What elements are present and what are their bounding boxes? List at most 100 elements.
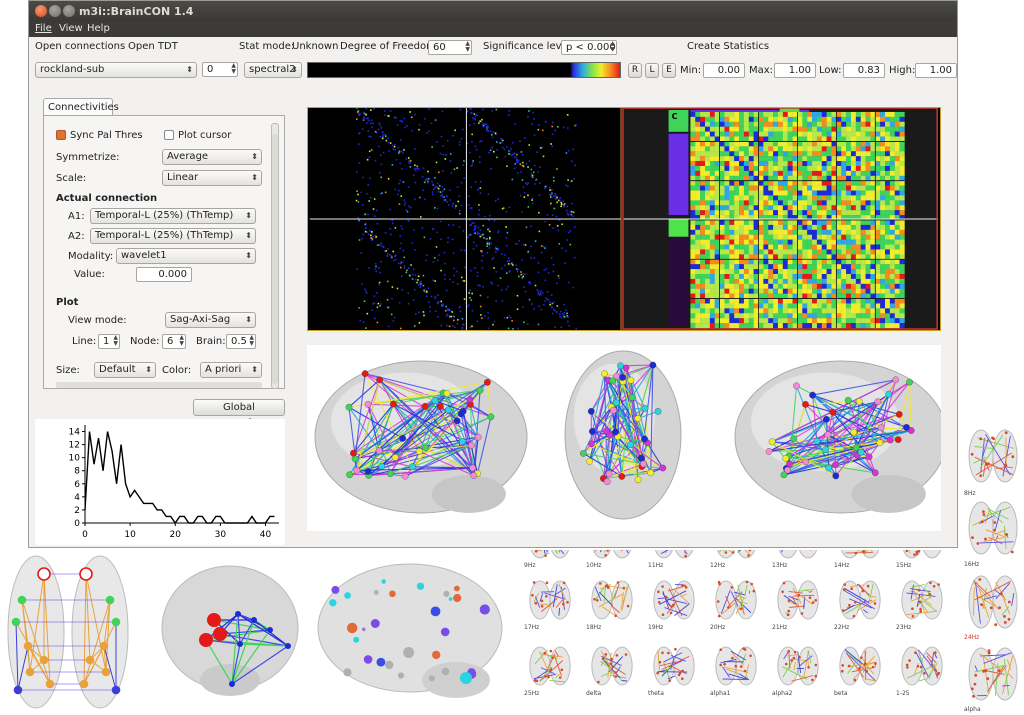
- matrix-cell: [479, 120, 481, 122]
- tab-connectivities[interactable]: Connectivities: [43, 98, 119, 116]
- plot-cursor-checkbox[interactable]: [164, 130, 174, 140]
- scrollbar-thumb[interactable]: [272, 134, 278, 384]
- matrix-cell: [469, 326, 472, 329]
- view-r-button[interactable]: R: [628, 63, 642, 78]
- max-field[interactable]: 1.00: [774, 63, 816, 78]
- matrix-cell: [894, 313, 900, 319]
- line-spinbox[interactable]: 1 ▲ ▼: [98, 334, 120, 349]
- hemisphere-right: [549, 646, 571, 686]
- open-tdt-button[interactable]: Open TDT: [128, 41, 178, 52]
- create-statistics-button[interactable]: Create Statistics: [687, 41, 769, 52]
- size-select[interactable]: Default ⬍: [94, 362, 156, 378]
- matrix-cell: [381, 131, 384, 134]
- matrix-cell: [880, 239, 886, 245]
- spin-arrows-icon[interactable]: ▲ ▼: [179, 335, 184, 347]
- matrix-cell: [481, 266, 484, 269]
- matrix-cell: [802, 249, 808, 255]
- value-field[interactable]: 0.000: [136, 267, 192, 282]
- dof-spinbox[interactable]: 60 ▲ ▼: [428, 40, 472, 55]
- matrix-cell: [700, 318, 706, 324]
- matrix-cell: [409, 166, 412, 168]
- matrix-cell: [875, 195, 881, 201]
- view-mode-select[interactable]: Sag-Axi-Sag ⬍: [165, 312, 256, 328]
- matrix-cell: [743, 313, 749, 319]
- close-window-icon[interactable]: [35, 5, 47, 17]
- matrix-cell: [753, 308, 759, 314]
- matrix-cell: [880, 264, 886, 270]
- symmetrize-select[interactable]: Average ⬍: [162, 149, 262, 165]
- high-field[interactable]: 1.00: [915, 63, 957, 78]
- network-node: [237, 641, 243, 647]
- spin-arrows-icon[interactable]: ▲ ▼: [465, 41, 470, 53]
- matrix-cell: [865, 249, 871, 255]
- matrix-cell: [444, 273, 446, 276]
- matrix-cell: [880, 303, 886, 309]
- matrix-cell: [758, 254, 764, 260]
- connectivity-matrix-view[interactable]: C: [307, 107, 941, 331]
- sync-pal-thres-row[interactable]: Sync Pal Thres: [56, 130, 143, 141]
- matrix-cell: [557, 274, 560, 277]
- matrix-cell: [399, 119, 402, 122]
- matrix-cell: [802, 313, 808, 319]
- modality-select[interactable]: wavelet1 ⬍: [116, 248, 256, 264]
- matrix-cell: [782, 249, 788, 255]
- matrix-cell: [875, 185, 881, 191]
- matrix-cell: [520, 151, 523, 153]
- matrix-cell: [719, 200, 725, 206]
- spin-arrows-icon[interactable]: ▲ ▼: [231, 63, 236, 75]
- brain-3d-views[interactable]: [307, 345, 941, 531]
- spin-arrows-icon[interactable]: ▲ ▼: [249, 335, 254, 347]
- matrix-cell: [865, 131, 871, 137]
- spin-arrows-icon[interactable]: ▲ ▼: [610, 41, 615, 53]
- view-e-button[interactable]: E: [662, 63, 676, 78]
- matrix-cell: [773, 318, 779, 324]
- matrix-cell: [358, 219, 360, 222]
- spin-arrows-icon[interactable]: ▲ ▼: [113, 335, 118, 347]
- panel-scrollbar[interactable]: [271, 123, 279, 389]
- dataset-select[interactable]: rockland-sub ⬍: [35, 62, 197, 78]
- matrix-cell: [894, 175, 900, 181]
- matrix-cell: [831, 219, 837, 226]
- matrix-cell: [356, 108, 358, 109]
- scale-select[interactable]: Linear ⬍: [162, 170, 262, 186]
- matrix-cell: [816, 205, 822, 211]
- color-select[interactable]: A priori ⬍: [200, 362, 262, 378]
- menu-view[interactable]: View: [59, 23, 83, 34]
- plot-cursor-row[interactable]: Plot cursor: [164, 130, 231, 141]
- matrix-cell: [540, 293, 542, 296]
- matrix-cell: [758, 210, 764, 216]
- menu-file[interactable]: File: [35, 23, 52, 34]
- matrix-cell: [841, 269, 847, 275]
- a2-select[interactable]: Temporal-L (25%) (ThTemp) ⬍: [90, 228, 256, 244]
- view-l-button[interactable]: L: [645, 63, 659, 78]
- matrix-cell: [826, 249, 832, 255]
- matrix-cell: [865, 121, 871, 127]
- significance-spinbox[interactable]: p < 0.000 ▲ ▼: [561, 40, 617, 55]
- matrix-cell: [417, 275, 420, 278]
- brain-spinbox[interactable]: 0.5 ▲ ▼: [226, 334, 256, 349]
- matrix-cell: [753, 303, 759, 309]
- palette-select[interactable]: spectral2 ⬍: [244, 62, 302, 78]
- matrix-cell: [719, 141, 725, 147]
- mini-node: [811, 601, 815, 604]
- open-connections-button[interactable]: Open connections: [35, 41, 125, 52]
- matrix-cell: [758, 239, 764, 245]
- maximize-window-icon[interactable]: [63, 5, 75, 17]
- global-parameters-button[interactable]: Global parameters: [193, 399, 285, 428]
- minimize-window-icon[interactable]: [49, 5, 61, 17]
- matrix-cell: [743, 229, 749, 235]
- matrix-cell: [471, 309, 474, 312]
- min-field[interactable]: 0.00: [703, 63, 745, 78]
- a1-select[interactable]: Temporal-L (25%) (ThTemp) ⬍: [90, 208, 256, 224]
- low-field[interactable]: 0.83: [843, 63, 885, 78]
- matrix-cell: [690, 318, 696, 324]
- menu-help[interactable]: Help: [87, 23, 110, 34]
- matrix-cell: [758, 308, 764, 314]
- sync-pal-checkbox[interactable]: [56, 130, 66, 140]
- matrix-cell: [734, 274, 740, 280]
- matrix-cell: [522, 272, 524, 275]
- index-spinbox[interactable]: 0 ▲ ▼: [202, 62, 238, 77]
- matrix-cell: [777, 274, 784, 280]
- matrix-cell: [363, 112, 366, 115]
- node-spinbox[interactable]: 6 ▲ ▼: [162, 334, 186, 349]
